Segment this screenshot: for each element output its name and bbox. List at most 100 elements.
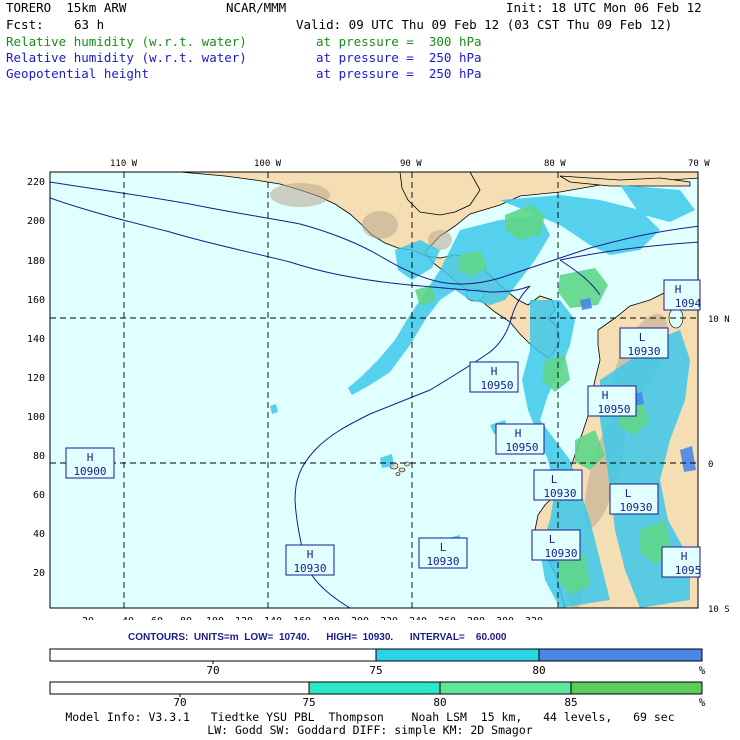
x-tick-label: 140 <box>264 616 282 620</box>
center-value: 10930 <box>293 562 326 575</box>
colorbar-label: 70 <box>173 696 186 706</box>
center-type: H <box>675 283 682 296</box>
x-tick-label: 80 <box>180 616 192 620</box>
x-tick-label: 120 <box>235 616 253 620</box>
pressure-center: H 10950 <box>495 423 545 455</box>
y-tick-label: 60 <box>33 490 45 501</box>
center-value: 10900 <box>73 465 106 478</box>
model-name: TORERO 15km ARW <box>6 0 127 15</box>
colorbar-segment <box>308 681 441 695</box>
pressure-center: L 10930 <box>619 327 669 359</box>
x-tick-label: 180 <box>322 616 340 620</box>
center-type: H <box>491 365 498 378</box>
y-tick-label: 80 <box>33 451 45 462</box>
lat-label: 10 S <box>708 605 730 615</box>
colorbar-label: 80 <box>433 696 446 706</box>
colorbar-label: 75 <box>302 696 315 706</box>
field-2-level: at pressure = 250 hPa <box>316 50 482 65</box>
model-info-line1: Model Info: V3.3.1 Tiedtke YSU PBL Thomp… <box>65 710 675 724</box>
x-tick-label: 240 <box>409 616 427 620</box>
field-1-name: Relative humidity (w.r.t. water) <box>6 34 247 49</box>
pressure-center: L 10930 <box>609 483 659 515</box>
x-tick-label: 260 <box>438 616 456 620</box>
center-value: 1095 <box>675 564 702 577</box>
center-value: 10950 <box>597 403 630 416</box>
field-1-level: at pressure = 300 hPa <box>316 34 482 49</box>
field-3-level: at pressure = 250 hPa <box>316 66 482 81</box>
center-type: L <box>440 541 447 554</box>
weather-map: 110 W 100 W 90 W 80 W 70 W 10 N 0 10 S 2… <box>27 159 730 620</box>
y-tick-label: 20 <box>33 568 45 579</box>
colorbar-rh-300: 70 75 80 85 % <box>49 681 706 706</box>
x-axis-ticks: 20 40 60 80 100 120 140 160 180 200 220 … <box>82 616 543 620</box>
center-type: H <box>87 451 94 464</box>
latitude-labels: 10 N 0 10 S <box>708 315 730 615</box>
y-tick-label: 160 <box>27 295 45 306</box>
colorbar-label: 80 <box>532 664 545 677</box>
y-tick-label: 180 <box>27 256 45 267</box>
center-name: NCAR/MMM <box>226 0 287 15</box>
x-tick-label: 220 <box>380 616 398 620</box>
center-type: H <box>307 548 314 561</box>
y-tick-label: 200 <box>27 216 45 227</box>
y-axis-ticks: 220 200 180 160 140 120 100 80 60 40 20 <box>27 177 45 579</box>
colorbar-unit: % <box>699 696 706 706</box>
colorbar-rh-250: 70 75 80 % <box>49 648 706 677</box>
lon-label: 80 W <box>544 159 566 169</box>
center-value: 10930 <box>543 487 576 500</box>
colorbar-segment <box>538 648 703 662</box>
center-type: L <box>639 331 646 344</box>
init-time: Init: 18 UTC Mon 06 Feb 12 <box>506 0 702 15</box>
pressure-center: H 10950 <box>587 385 637 417</box>
pressure-center: L 10930 <box>533 469 583 501</box>
colorbar-segment <box>570 681 703 695</box>
x-tick-label: 40 <box>122 616 134 620</box>
lon-label: 110 W <box>110 159 138 169</box>
pressure-center: L 10930 <box>418 537 468 569</box>
center-type: L <box>549 533 556 546</box>
lon-label: 70 W <box>688 159 710 169</box>
center-type: L <box>625 487 632 500</box>
pressure-center: L 10930 <box>531 529 581 561</box>
y-tick-label: 220 <box>27 177 45 188</box>
colorbar-unit: % <box>699 664 706 677</box>
field-3-name: Geopotential height <box>6 66 149 81</box>
x-tick-label: 60 <box>151 616 163 620</box>
lat-label: 0 <box>708 460 713 470</box>
x-tick-label: 200 <box>351 616 369 620</box>
y-tick-label: 40 <box>33 529 45 540</box>
pressure-center: H 10930 <box>285 544 335 576</box>
center-value: 10950 <box>505 441 538 454</box>
x-tick-label: 160 <box>293 616 311 620</box>
longitude-labels: 110 W 100 W 90 W 80 W 70 W <box>110 159 710 169</box>
colorbar-label: 70 <box>206 664 219 677</box>
colorbars: 70 75 80 % 70 75 80 85 % <box>49 648 706 706</box>
x-tick-label: 320 <box>525 616 543 620</box>
center-type: H <box>681 550 688 563</box>
y-tick-label: 140 <box>27 334 45 345</box>
pressure-center: H 10900 <box>65 447 115 479</box>
forecast-hour: 63 h <box>74 17 105 32</box>
lon-label: 90 W <box>400 159 422 169</box>
colorbar-label: 75 <box>369 664 382 677</box>
center-value: 10950 <box>480 379 513 392</box>
center-value: 10930 <box>627 345 660 358</box>
center-value: 1094 <box>675 297 702 310</box>
lon-label: 100 W <box>254 159 282 169</box>
contour-info: CONTOURS: UNITS=m LOW= 10740. HIGH= 1093… <box>128 632 507 643</box>
x-tick-label: 100 <box>206 616 224 620</box>
forecast-label: Fcst: <box>6 17 44 32</box>
x-tick-label: 280 <box>467 616 485 620</box>
field-2-name: Relative humidity (w.r.t. water) <box>6 50 247 65</box>
valid-time: Valid: 09 UTC Thu 09 Feb 12 (03 CST Thu … <box>296 17 673 32</box>
y-tick-label: 100 <box>27 412 45 423</box>
center-type: H <box>515 427 522 440</box>
model-info-line2: LW: Godd SW: Goddard DIFF: simple KM: 2D… <box>207 723 533 737</box>
colorbar-segment <box>49 681 310 695</box>
x-tick-label: 20 <box>82 616 94 620</box>
pressure-center: H 10950 <box>469 361 519 393</box>
colorbar-segment <box>49 648 377 662</box>
center-type: L <box>551 473 558 486</box>
center-value: 10930 <box>544 547 577 560</box>
pressure-center: H 1095 <box>661 546 702 578</box>
